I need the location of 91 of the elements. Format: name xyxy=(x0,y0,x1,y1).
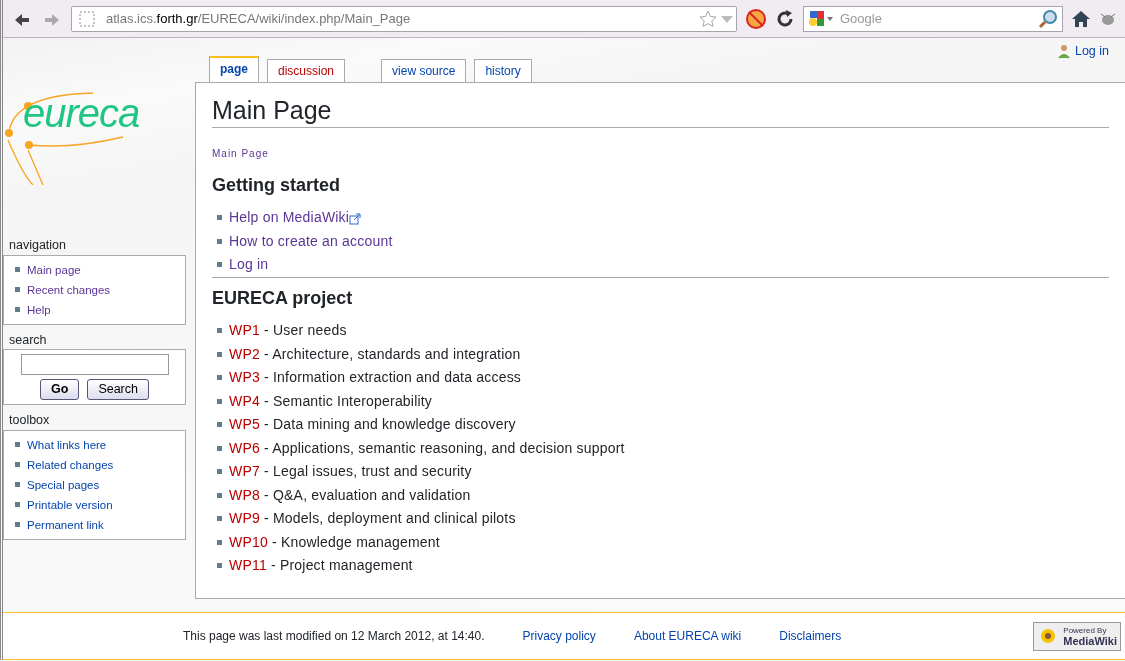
item-description: - Q&A, evaluation and validation xyxy=(263,486,471,503)
wiki-link[interactable]: WP1 xyxy=(229,322,260,339)
badge-title: MediaWiki xyxy=(1063,634,1117,647)
bullet-icon xyxy=(15,306,20,312)
bullet-icon xyxy=(217,539,222,545)
wiki-link[interactable]: WP11 xyxy=(229,557,267,574)
bullet-icon xyxy=(217,351,222,357)
wiki-link[interactable]: WP6 xyxy=(229,439,260,456)
page-tab[interactable]: discussion xyxy=(267,58,346,82)
back-icon xyxy=(14,13,30,28)
bullet-icon xyxy=(15,482,20,488)
search-heading: search xyxy=(8,331,48,349)
bullet-icon xyxy=(15,266,20,272)
item-description: - Project management xyxy=(269,557,413,574)
bullet-icon xyxy=(15,442,20,448)
page-tab[interactable]: page xyxy=(209,55,259,82)
section-heading: Getting started xyxy=(212,174,341,197)
wiki-link[interactable]: WP7 xyxy=(229,463,260,480)
bullet-icon xyxy=(15,522,20,528)
bullet-icon xyxy=(217,238,222,244)
external-link-icon xyxy=(349,212,362,225)
sidebar-link[interactable]: Printable version xyxy=(27,498,113,511)
search-button[interactable]: Search xyxy=(87,379,149,400)
search-engine-icon xyxy=(808,9,834,28)
item-description: - Legal issues, trust and security xyxy=(263,463,472,480)
item-description: - Architecture, standards and integration xyxy=(263,345,521,362)
sidebar-link[interactable]: Help xyxy=(27,303,51,316)
blocked-icon[interactable] xyxy=(745,7,767,30)
breadcrumb-link[interactable]: Main Page xyxy=(212,145,1109,161)
item-description: - Knowledge management xyxy=(271,533,440,550)
footer-link[interactable]: Privacy policy xyxy=(522,627,596,645)
home-icon[interactable] xyxy=(1071,9,1091,28)
go-button[interactable]: Go xyxy=(40,379,80,400)
bullet-icon xyxy=(15,502,20,508)
bullet-icon xyxy=(217,516,222,522)
bullet-icon xyxy=(217,492,222,498)
wiki-link[interactable]: WP3 xyxy=(229,369,260,386)
page-title: Main Page xyxy=(212,94,1109,128)
bullet-icon xyxy=(15,286,20,292)
toolbox-heading: toolbox xyxy=(8,412,51,429)
item-description: - Information extraction and data access xyxy=(263,369,522,386)
bullet-icon xyxy=(217,262,222,268)
bullet-icon xyxy=(217,469,222,475)
address-bar[interactable]: atlas.ics.forth.gr/EURECA/wiki/index.php/Main_Page xyxy=(71,5,737,32)
search-box[interactable]: Google xyxy=(803,5,1063,32)
wiki-link[interactable]: How to create an account xyxy=(229,232,393,249)
star-icon[interactable] xyxy=(698,8,718,29)
url-text: atlas.ics.forth.gr/EURECA/wiki/index.php/Main_Page xyxy=(106,9,412,28)
wiki-link[interactable]: WP2 xyxy=(229,345,260,362)
user-icon xyxy=(1056,44,1071,59)
wiki-link[interactable]: WP5 xyxy=(229,416,260,433)
eureca-logo: eureca xyxy=(3,64,183,185)
forward-icon xyxy=(44,13,60,28)
wiki-link[interactable]: WP10 xyxy=(229,533,268,550)
mediawiki-badge[interactable]: Powered By MediaWiki xyxy=(1033,621,1121,651)
footer-link[interactable]: Disclaimers xyxy=(779,627,842,645)
bullet-icon xyxy=(217,215,222,221)
sidebar-link[interactable]: What links here xyxy=(27,438,107,451)
bullet-icon xyxy=(217,445,222,451)
item-description: - User needs xyxy=(263,322,347,339)
wiki-link[interactable]: WP4 xyxy=(229,392,260,409)
section-heading: EURECA project xyxy=(212,287,354,310)
page-tab[interactable]: view source xyxy=(381,58,467,82)
search-icon[interactable] xyxy=(1038,8,1058,29)
bullet-icon xyxy=(15,462,20,468)
wiki-link[interactable]: WP8 xyxy=(229,486,260,503)
bullet-icon xyxy=(217,398,222,404)
reload-icon[interactable] xyxy=(775,8,795,29)
last-modified-text: This page was last modified on 12 March 2012, at 14:40. xyxy=(183,628,485,645)
search-input[interactable] xyxy=(20,354,169,376)
item-description: - Semantic Interoperability xyxy=(263,392,433,409)
login-link[interactable]: Log in xyxy=(1074,42,1109,61)
sidebar-link[interactable]: Permanent link xyxy=(27,518,104,531)
bullet-icon xyxy=(217,328,222,334)
item-description: - Models, deployment and clinical pilots xyxy=(263,510,516,527)
item-description: - Applications, semantic reasoning, and decision support xyxy=(263,439,625,456)
sidebar-link[interactable]: Main page xyxy=(27,263,81,276)
wiki-link[interactable]: WP9 xyxy=(229,510,260,527)
wiki-link[interactable]: Log in xyxy=(229,256,269,273)
sidebar-link[interactable]: Special pages xyxy=(27,478,100,491)
item-description: - Data mining and knowledge discovery xyxy=(263,416,516,433)
footer-link[interactable]: About EURECA wiki xyxy=(633,627,742,645)
page-tab[interactable]: history xyxy=(474,58,532,82)
bullet-icon xyxy=(217,563,222,569)
navigation-heading: navigation xyxy=(8,236,67,254)
sidebar-link[interactable]: Related changes xyxy=(27,458,114,471)
sidebar-link[interactable]: Recent changes xyxy=(27,283,111,296)
wiki-link[interactable]: Help on MediaWiki xyxy=(229,209,350,226)
badge-caption: Powered By xyxy=(1063,625,1108,635)
bullet-icon xyxy=(217,422,222,428)
bullet-icon xyxy=(217,375,222,381)
